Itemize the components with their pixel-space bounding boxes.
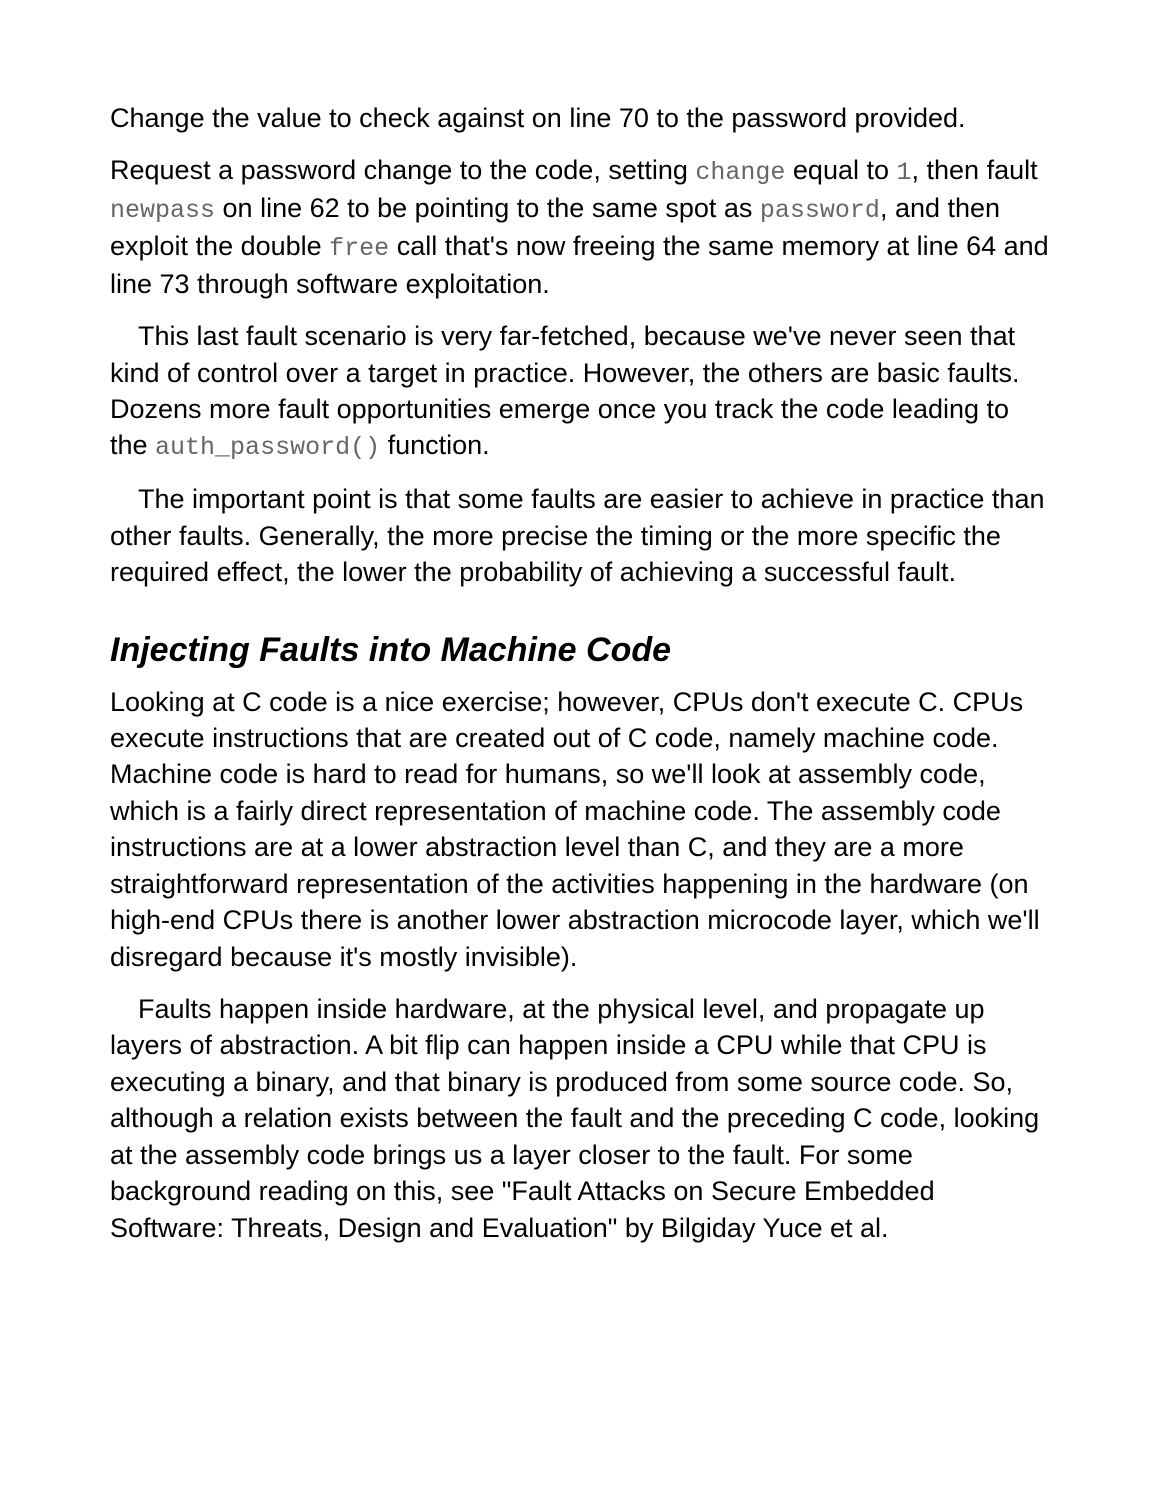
paragraph-1-text: Change the value to check against on lin… — [110, 103, 966, 133]
section-paragraph-2: Faults happen inside hardware, at the ph… — [110, 991, 1049, 1246]
code-change: change — [695, 158, 785, 187]
paragraph-1: Change the value to check against on lin… — [110, 100, 1049, 136]
p2-text-a: Request a password change to the code, s… — [110, 155, 695, 185]
section-paragraph-1: Looking at C code is a nice exercise; ho… — [110, 684, 1049, 976]
p2-text-b: equal to — [785, 155, 896, 185]
p3-text-b: function. — [380, 430, 490, 460]
code-free: free — [329, 234, 389, 263]
section-heading: Injecting Faults into Machine Code — [110, 631, 1049, 670]
p2-text-c: , then fault — [912, 155, 1038, 185]
paragraph-3: This last fault scenario is very far-fet… — [110, 318, 1049, 465]
document-page: Change the value to check against on lin… — [0, 0, 1159, 1302]
p2-text-d: on line 62 to be pointing to the same sp… — [215, 193, 760, 223]
code-auth-password: auth_password() — [155, 433, 380, 462]
code-password: password — [760, 196, 880, 225]
section-heading-text: Injecting Faults into Machine Code — [110, 631, 671, 669]
code-one: 1 — [897, 158, 912, 187]
code-newpass: newpass — [110, 196, 215, 225]
paragraph-2: Request a password change to the code, s… — [110, 152, 1049, 302]
section-paragraph-1-text: Looking at C code is a nice exercise; ho… — [110, 687, 1040, 972]
section-paragraph-2-text: Faults happen inside hardware, at the ph… — [110, 994, 1039, 1243]
paragraph-4: The important point is that some faults … — [110, 481, 1049, 590]
paragraph-4-text: The important point is that some faults … — [110, 484, 1044, 587]
